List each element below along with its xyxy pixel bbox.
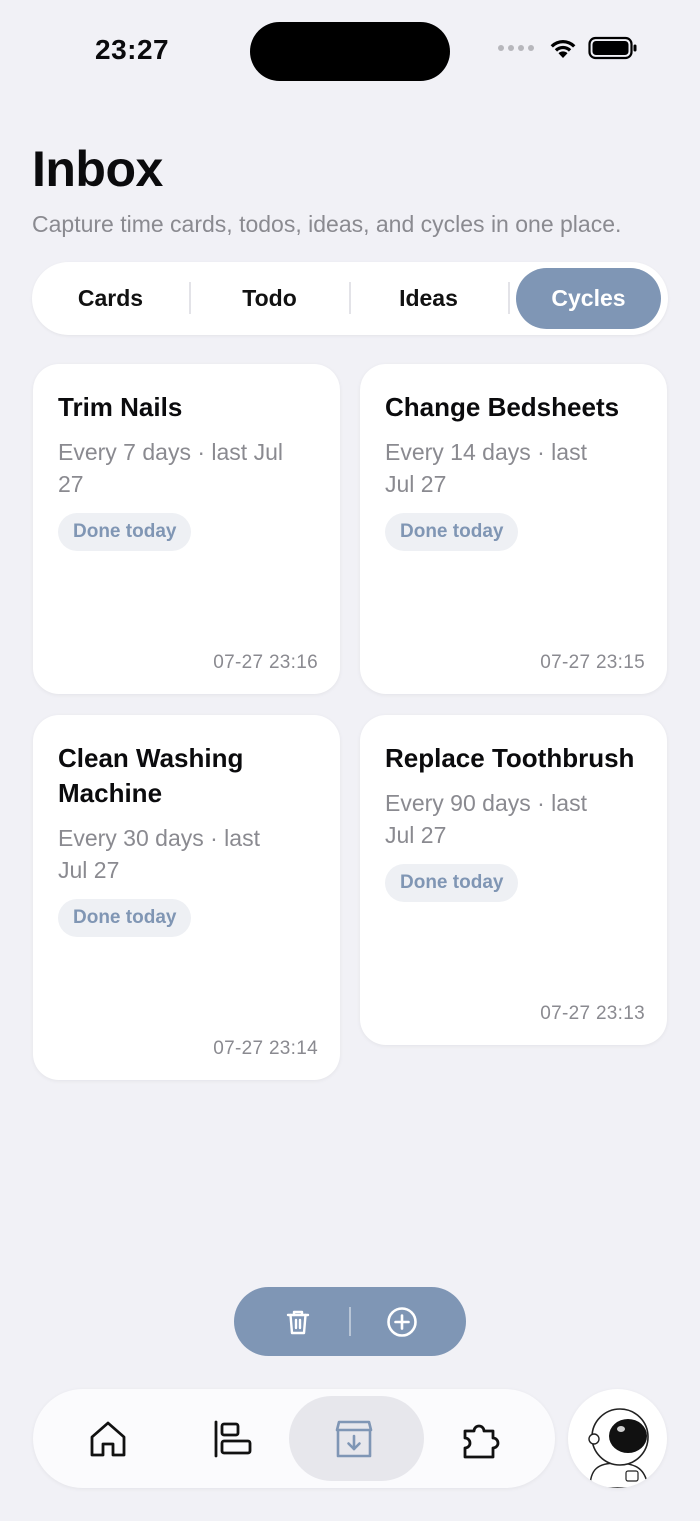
cycle-card[interactable]: Change Bedsheets Every 14 days · last Ju… <box>360 364 667 694</box>
home-icon <box>90 1421 126 1456</box>
cycle-timestamp: 07-27 23:14 <box>213 1038 318 1059</box>
cycle-frequency: Every 30 days · last Jul 27 <box>58 825 260 883</box>
page-title: Inbox <box>32 141 163 197</box>
segment-divider <box>349 282 351 314</box>
wifi-icon <box>550 40 576 58</box>
tab-timeline[interactable] <box>168 1389 298 1488</box>
trash-icon <box>286 1310 310 1334</box>
floating-action-bar <box>234 1287 466 1356</box>
segment-divider <box>189 282 191 314</box>
cycle-timestamp: 07-27 23:15 <box>540 652 645 673</box>
done-today-badge[interactable]: Done today <box>58 899 192 937</box>
tab-extensions[interactable] <box>414 1389 544 1488</box>
cycle-frequency: Every 14 days · last Jul 27 <box>385 439 587 497</box>
puzzle-icon <box>463 1424 500 1458</box>
cycle-title: Clean Washing Machine <box>58 743 244 808</box>
cycle-frequency: Every 7 days · last Jul 27 <box>58 439 283 497</box>
cycle-card[interactable]: Clean Washing Machine Every 30 days · la… <box>33 715 340 1080</box>
segment-divider <box>508 282 510 314</box>
tab-home[interactable] <box>43 1389 173 1488</box>
tab-ideas[interactable]: Ideas <box>356 268 501 329</box>
tab-cycles[interactable]: Cycles <box>516 268 661 329</box>
cycle-title: Change Bedsheets <box>385 392 620 422</box>
cycle-card[interactable]: Trim Nails Every 7 days · last Jul 27 Do… <box>33 364 340 694</box>
done-today-badge[interactable]: Done today <box>385 864 519 902</box>
cycle-timestamp: 07-27 23:16 <box>213 652 318 673</box>
category-segmented-control: Cards Todo Ideas Cycles <box>32 262 668 335</box>
dynamic-island <box>250 22 450 81</box>
add-button[interactable] <box>344 1287 460 1356</box>
status-time: 23:27 <box>95 34 170 65</box>
cycle-frequency: Every 90 days · last Jul 27 <box>385 790 587 848</box>
tab-todo[interactable]: Todo <box>197 268 342 329</box>
plus-circle-icon <box>387 1306 417 1337</box>
done-today-badge[interactable]: Done today <box>385 513 519 551</box>
tab-inbox[interactable] <box>289 1389 424 1488</box>
align-left-icon <box>214 1420 252 1457</box>
cycle-title: Replace Toothbrush <box>385 743 635 773</box>
cycle-title: Trim Nails <box>58 392 183 422</box>
cellular-signal-icon <box>498 45 534 51</box>
inbox-download-icon <box>335 1420 373 1457</box>
delete-button[interactable] <box>240 1287 356 1356</box>
astronaut-avatar-icon <box>588 1408 649 1488</box>
done-today-badge[interactable]: Done today <box>58 513 192 551</box>
profile-avatar[interactable] <box>568 1389 667 1488</box>
tab-cards[interactable]: Cards <box>38 268 183 329</box>
cycle-card[interactable]: Replace Toothbrush Every 90 days · last … <box>360 715 667 1045</box>
cycle-timestamp: 07-27 23:13 <box>540 1003 645 1024</box>
bottom-tab-bar <box>33 1389 555 1488</box>
page-subtitle: Capture time cards, todos, ideas, and cy… <box>32 211 622 237</box>
status-icons <box>498 36 638 60</box>
battery-icon <box>588 36 637 60</box>
